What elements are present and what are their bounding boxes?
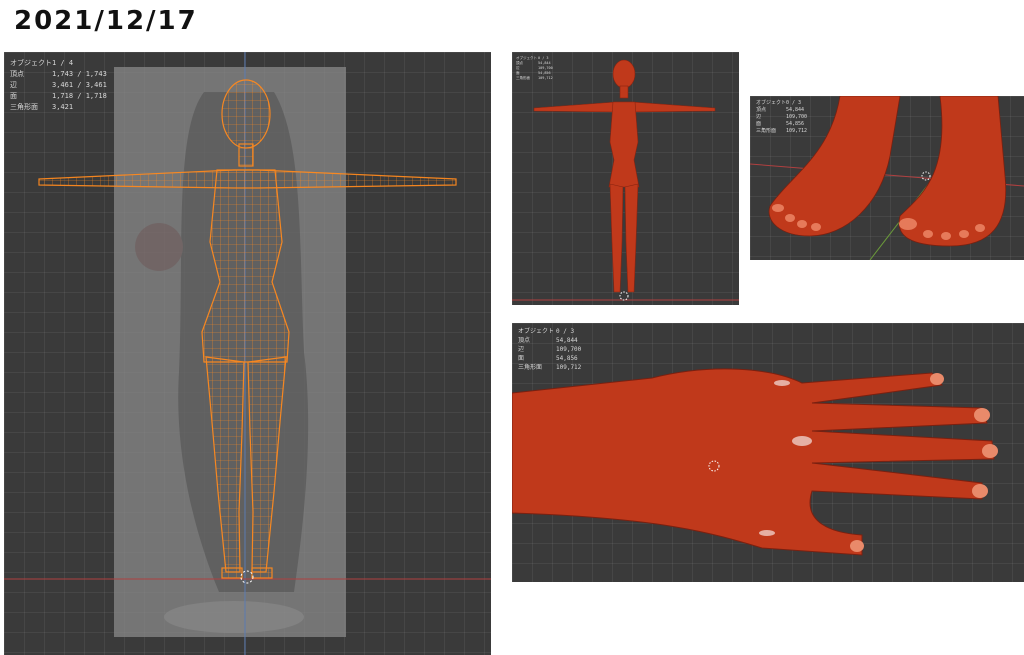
hand-model: [512, 368, 995, 556]
stat-row: オブジェクト 1 / 4: [10, 59, 74, 67]
stat-row: 辺 109,700: [756, 114, 808, 120]
stat-row: 頂点 54,844: [756, 107, 805, 113]
stat-row: 三角形面 109,712: [756, 128, 808, 134]
wireframe-viewport[interactable]: オブジェクト 1 / 4 頂点 1,743 / 1,743 辺 3,461 / 3,4…: [4, 52, 491, 655]
stat-row: 辺 3,461 / 3,461: [10, 81, 107, 89]
wire-stats-overlay: オブジェクト 1 / 4 頂点 1,743 / 1,743 辺 3,461 / 3,4…: [10, 58, 107, 113]
stat-row: 辺 109,700: [518, 346, 582, 353]
body-canvas: [512, 59, 739, 301]
hand-viewport[interactable]: オブジェクト 0 / 3 頂点 54,844 辺 109,700 面 54,856 三角…: [512, 323, 1024, 582]
body-viewport[interactable]: オブジェクト 0 / 3 頂点 54,844 辺 109,700 面 54,856 三角…: [512, 52, 739, 305]
body-stats-overlay: オブジェクト 0 / 3 頂点 54,844 辺 109,700 面 54,856 三角…: [516, 56, 553, 81]
stat-row: オブジェクト 0 / 3: [756, 100, 802, 106]
stat-row: 三角形面 109,712: [518, 364, 582, 371]
date-title: 2021/12/17: [14, 6, 198, 36]
stat-row: 頂点 1,743 / 1,743: [10, 70, 107, 78]
stat-row: 面 54,856: [756, 121, 805, 127]
stat-row: 面 54,856: [518, 355, 578, 362]
body-model: [533, 59, 716, 293]
3d-cursor-icon: [619, 291, 629, 301]
hand-stats-overlay: オブジェクト 0 / 3 頂点 54,844 辺 109,700 面 54,856 三角…: [518, 327, 581, 372]
fingernails: [850, 373, 998, 552]
stat-row: 面 1,718 / 1,718: [10, 92, 107, 100]
stat-row: オブジェクト 0 / 3: [518, 328, 575, 335]
stat-row: 頂点 54,844: [518, 337, 578, 344]
hand-canvas: [512, 368, 998, 556]
3d-cursor-icon: [921, 171, 931, 181]
stat-row: 三角形面 3,421: [10, 103, 74, 111]
feet-viewport[interactable]: オブジェクト 0 / 3 頂点 54,844 辺 109,700 面 54,856 三角…: [750, 96, 1024, 260]
feet-stats-overlay: オブジェクト 0 / 3 頂点 54,844 辺 109,700 面 54,856 三角…: [756, 100, 807, 135]
wireframe-canvas: [4, 52, 491, 655]
stat-row: 三角形面 109,712: [516, 76, 553, 80]
